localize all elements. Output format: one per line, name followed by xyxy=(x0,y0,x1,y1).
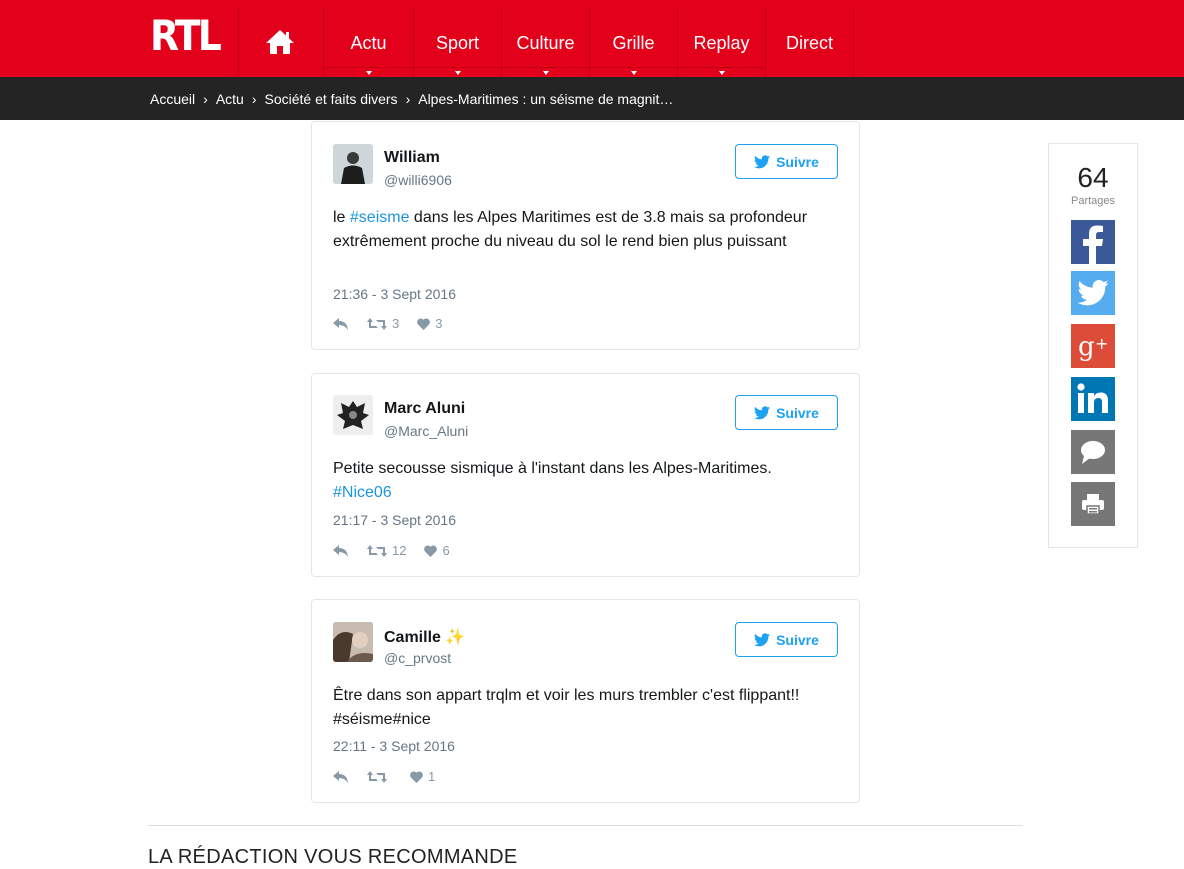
tweet-author-handle[interactable]: @c_prvost xyxy=(384,650,451,666)
rtl-logo[interactable]: RTL xyxy=(150,12,222,60)
tweet-author-handle[interactable]: @willi6906 xyxy=(384,172,452,188)
follow-button[interactable]: Suivre xyxy=(735,395,838,430)
hashtag-link[interactable]: #seisme xyxy=(350,209,410,226)
tweet-actions: 1 xyxy=(333,769,453,784)
facebook-icon xyxy=(1083,225,1103,264)
google-plus-share-button[interactable]: g + xyxy=(1071,324,1115,368)
heart-icon xyxy=(417,318,431,330)
linkedin-share-button[interactable] xyxy=(1071,377,1115,421)
tweet-timestamp[interactable]: 22:11 - 3 Sept 2016 xyxy=(333,738,455,754)
twitter-share-button[interactable] xyxy=(1071,271,1115,315)
twitter-bird-icon xyxy=(754,632,771,646)
recommend-heading: LA RÉDACTION VOUS RECOMMANDE xyxy=(148,846,518,868)
twitter-icon xyxy=(1077,280,1109,306)
tweet-timestamp[interactable]: 21:36 - 3 Sept 2016 xyxy=(333,286,456,302)
heart-icon xyxy=(424,545,438,557)
tweet-timestamp[interactable]: 21:17 - 3 Sept 2016 xyxy=(333,512,456,528)
reply-icon xyxy=(333,770,348,783)
dropdown-arrow-icon xyxy=(365,71,372,75)
breadcrumb-separator: › xyxy=(203,91,208,107)
share-panel: 64 Partages g + xyxy=(1048,143,1138,548)
section-divider xyxy=(148,825,1023,826)
svg-text:+: + xyxy=(1095,334,1108,353)
nav-item-actu[interactable]: Actu xyxy=(324,8,413,77)
retweet-icon xyxy=(367,317,387,330)
retweet-button[interactable] xyxy=(367,770,392,783)
dropdown-arrow-icon xyxy=(630,71,637,75)
like-button[interactable]: 3 xyxy=(417,316,442,331)
tweet-text: Être dans son appart trqlm et voir les m… xyxy=(333,687,800,728)
tweet-card: Marc Aluni @Marc_Aluni Suivre Petite sec… xyxy=(311,373,860,577)
avatar[interactable] xyxy=(333,395,373,435)
breadcrumb: Accueil › Actu › Société et faits divers › Alp… xyxy=(0,77,1184,120)
nav-item-replay[interactable]: Replay xyxy=(678,8,765,77)
svg-text:g: g xyxy=(1078,332,1095,362)
reply-button[interactable] xyxy=(333,544,349,557)
reply-icon xyxy=(333,544,348,557)
nav-separator xyxy=(238,8,239,77)
follow-button[interactable]: Suivre xyxy=(735,144,838,179)
retweet-button[interactable]: 3 xyxy=(367,316,399,331)
nav-item-direct[interactable]: Direct xyxy=(766,8,853,77)
comment-button[interactable] xyxy=(1071,430,1115,474)
tweet-text: le #seisme dans les Alpes Maritimes est … xyxy=(333,209,808,250)
breadcrumb-actu[interactable]: Actu xyxy=(216,91,244,107)
reply-icon xyxy=(333,317,348,330)
print-icon xyxy=(1082,494,1104,515)
tweet-author-name[interactable]: William xyxy=(384,149,440,167)
top-navigation: RTL Actu Sport Culture Grille Replay Dir… xyxy=(0,0,1184,77)
hashtag-link[interactable]: #Nice06 xyxy=(333,484,392,501)
breadcrumb-accueil[interactable]: Accueil xyxy=(150,91,195,107)
home-icon[interactable] xyxy=(263,28,297,56)
linkedin-icon xyxy=(1077,383,1108,413)
avatar[interactable] xyxy=(333,622,373,662)
dropdown-arrow-icon xyxy=(718,71,725,75)
breadcrumb-societe[interactable]: Société et faits divers xyxy=(265,91,398,107)
comment-icon xyxy=(1081,441,1105,464)
nav-item-grille[interactable]: Grille xyxy=(590,8,677,77)
twitter-bird-icon xyxy=(754,154,771,168)
tweet-text: Petite secousse sismique à l'instant dan… xyxy=(333,460,772,501)
retweet-icon xyxy=(367,770,387,783)
tweet-card: Camille ✨ @c_prvost Suivre Être dans son… xyxy=(311,599,860,803)
share-label: Partages xyxy=(1070,195,1116,207)
facebook-share-button[interactable] xyxy=(1071,220,1115,264)
tweet-actions: 12 6 xyxy=(333,543,468,558)
share-count: 64 xyxy=(1077,162,1109,193)
like-button[interactable]: 6 xyxy=(424,543,450,558)
nav-item-sport[interactable]: Sport xyxy=(414,8,501,77)
avatar[interactable] xyxy=(333,144,373,184)
tweet-author-name[interactable]: Marc Aluni xyxy=(384,400,465,418)
tweet-author-handle[interactable]: @Marc_Aluni xyxy=(384,423,468,439)
retweet-button[interactable]: 12 xyxy=(367,543,406,558)
tweet-card: William @willi6906 Suivre le #seisme dan… xyxy=(311,121,860,350)
nav-item-culture[interactable]: Culture xyxy=(502,8,589,77)
heart-icon xyxy=(410,771,423,783)
google-plus-icon: g + xyxy=(1078,332,1108,362)
breadcrumb-current: Alpes-Maritimes : un séisme de magnit… xyxy=(418,91,674,107)
tweet-actions: 3 3 xyxy=(333,316,460,331)
tweet-author-name[interactable]: Camille ✨ xyxy=(384,627,465,647)
print-button[interactable] xyxy=(1071,482,1115,526)
reply-button[interactable] xyxy=(333,770,349,783)
dropdown-arrow-icon xyxy=(542,71,549,75)
like-button[interactable]: 1 xyxy=(410,769,435,784)
reply-button[interactable] xyxy=(333,317,349,330)
dropdown-arrow-icon xyxy=(454,71,461,75)
twitter-bird-icon xyxy=(754,405,771,419)
retweet-icon xyxy=(367,544,387,557)
follow-button[interactable]: Suivre xyxy=(735,622,838,657)
